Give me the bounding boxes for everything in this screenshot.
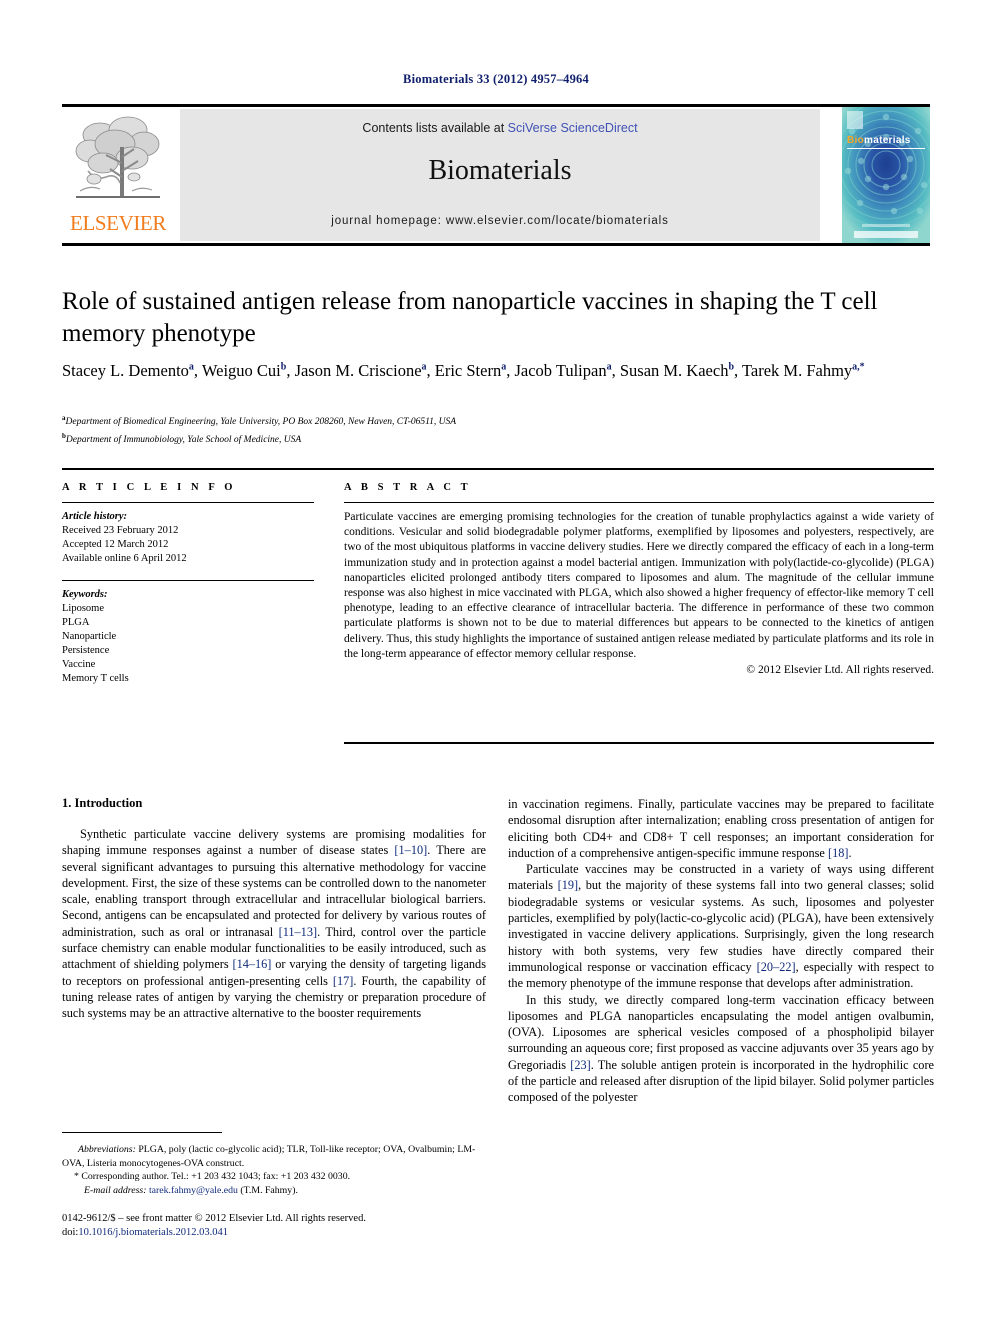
author-2: Jason M. Criscionea, <box>294 360 431 380</box>
paragraph: in vaccination regimens. Finally, partic… <box>508 797 934 860</box>
body-column-left: 1. Introduction Synthetic particulate va… <box>62 796 486 1022</box>
article-history-label: Article history: <box>62 511 128 522</box>
contents-prefix: Contents lists available at <box>362 121 508 135</box>
article-history-accepted: Accepted 12 March 2012 <box>62 539 169 550</box>
email-link[interactable]: tarek.fahmy@yale.edu <box>149 1185 238 1196</box>
corresponding-author-footnote: * Corresponding author. Tel.: +1 203 432… <box>74 1171 351 1183</box>
abstract-block: A B S T R A C T Particulate vaccines are… <box>344 482 934 678</box>
article-page: Biomaterials 33 (2012) 4957–4964 ELSEVIE… <box>0 0 992 1323</box>
keyword-item: Memory T cells <box>62 673 129 684</box>
author-4: Jacob Tulipana, <box>514 360 616 380</box>
author-name: Tarek M. Fahmy <box>741 360 853 380</box>
article-history-online: Available online 6 April 2012 <box>62 553 187 564</box>
sciencedirect-link[interactable]: SciVerse ScienceDirect <box>508 121 638 135</box>
author-name: Weiguo Cui <box>201 360 281 380</box>
email-suffix: (T.M. Fahmy). <box>237 1184 298 1196</box>
author-affil-marker[interactable]: b <box>728 361 734 372</box>
doi-link[interactable]: 10.1016/j.biomaterials.2012.03.041 <box>78 1227 228 1238</box>
elsevier-wordmark: ELSEVIER <box>70 211 166 235</box>
article-history-received: Received 23 February 2012 <box>62 525 179 536</box>
issn-doi-block: 0142-9612/$ – see front matter © 2012 El… <box>62 1212 542 1240</box>
author-3: Eric Sterna, <box>434 360 511 380</box>
author-0: Stacey L. Dementoa, <box>62 360 199 380</box>
keyword-item: Nanoparticle <box>62 631 117 642</box>
abstract-heading: A B S T R A C T <box>344 482 472 493</box>
cover-footer-band-2 <box>862 224 910 227</box>
affiliation-text: Department of Immunobiology, Yale School… <box>65 434 302 445</box>
author-affil-marker[interactable]: a <box>422 361 427 372</box>
cover-journal-title: Biomaterials <box>847 135 911 146</box>
footnote-block: Abbreviations: PLGA, poly (lactic co-gly… <box>62 1143 486 1197</box>
author-name: Stacey L. Demento <box>62 360 189 380</box>
page-title: Role of sustained antigen release from n… <box>62 288 878 347</box>
affiliation-text: Department of Biomedical Engineering, Ya… <box>65 417 457 428</box>
journal-cover-thumbnail[interactable]: Biomaterials <box>842 107 930 243</box>
cover-divider <box>847 148 925 149</box>
keyword-item: Persistence <box>62 645 110 656</box>
journal-title: Biomaterials <box>428 155 572 186</box>
author-name: Jason M. Criscione <box>294 360 422 380</box>
paragraph: Particulate vaccines may be constructed … <box>508 862 935 991</box>
running-head: Biomaterials 33 (2012) 4957–4964 <box>403 72 589 86</box>
abbreviations-footnote: Abbreviations: PLGA, poly (lactic co-gly… <box>62 1143 486 1170</box>
keyword-item: Vaccine <box>62 659 96 670</box>
affiliation-list: aDepartment of Biomedical Engineering, Y… <box>62 412 934 447</box>
author-affil-marker[interactable]: a,* <box>852 361 865 372</box>
author-affil-marker[interactable]: a <box>501 361 506 372</box>
author-name: Jacob Tulipan <box>514 360 607 380</box>
author-5: Susan M. Kaechb, <box>619 360 739 380</box>
cover-footer-band <box>854 231 918 238</box>
email-footnote: E-mail address: tarek.fahmy@yale.edu (T.… <box>62 1184 486 1198</box>
journal-masthead: ELSEVIER Contents lists available at Sci… <box>62 104 930 246</box>
doi-line: doi:10.1016/j.biomaterials.2012.03.041 <box>62 1226 542 1240</box>
section-heading-introduction: 1. Introduction <box>62 796 143 810</box>
cover-title-part1: Bio <box>847 135 865 146</box>
keywords-rule <box>62 580 314 581</box>
abbreviations-label: Abbreviations: <box>78 1144 136 1155</box>
article-info-heading: A R T I C L E I N F O <box>62 482 237 493</box>
elsevier-tree-icon <box>75 116 160 198</box>
elsevier-logo: ELSEVIER <box>62 109 174 241</box>
affiliation-b: bDepartment of Immunobiology, Yale Schoo… <box>62 430 934 448</box>
section-divider-top <box>62 468 934 470</box>
cover-elsevier-mark <box>847 111 863 129</box>
paragraph: Synthetic particulate vaccine delivery s… <box>62 827 487 1021</box>
keywords-label: Keywords: <box>62 589 108 600</box>
author-affil-marker[interactable]: a <box>607 361 612 372</box>
issn-line: 0142-9612/$ – see front matter © 2012 El… <box>62 1213 366 1224</box>
abstract-copyright: © 2012 Elsevier Ltd. All rights reserved… <box>746 664 934 677</box>
keyword-item: Liposome <box>62 603 104 614</box>
footnote-divider <box>62 1132 222 1133</box>
author-name: Susan M. Kaech <box>619 360 729 380</box>
masthead-center-panel: Contents lists available at SciVerse Sci… <box>180 109 820 241</box>
abstract-text: Particulate vaccines are emerging promis… <box>344 511 934 660</box>
author-affil-marker[interactable]: b <box>281 361 287 372</box>
doi-label: doi: <box>62 1227 79 1238</box>
affiliation-a: aDepartment of Biomedical Engineering, Y… <box>62 412 934 430</box>
body-column-right: in vaccination regimens. Finally, partic… <box>508 796 934 1106</box>
article-info-block: A R T I C L E I N F O Article history: R… <box>62 482 314 686</box>
contents-available-line: Contents lists available at SciVerse Sci… <box>180 121 820 135</box>
email-label: E-mail address: <box>84 1184 147 1196</box>
author-list: Stacey L. Dementoa, Weiguo Cuib, Jason M… <box>62 355 934 383</box>
author-6: Tarek M. Fahmya,* <box>742 361 865 380</box>
abstract-rule <box>344 502 934 503</box>
article-info-rule <box>62 502 314 503</box>
author-1: Weiguo Cuib, <box>201 360 291 380</box>
author-affil-marker[interactable]: a <box>189 361 194 372</box>
journal-homepage-line[interactable]: journal homepage: www.elsevier.com/locat… <box>180 215 820 227</box>
paragraph: In this study, we directly compared long… <box>508 992 934 1105</box>
cover-title-part2: materials <box>864 135 911 146</box>
author-name: Eric Stern <box>434 360 502 380</box>
keyword-item: PLGA <box>62 617 90 628</box>
section-divider-bottom <box>344 742 934 744</box>
